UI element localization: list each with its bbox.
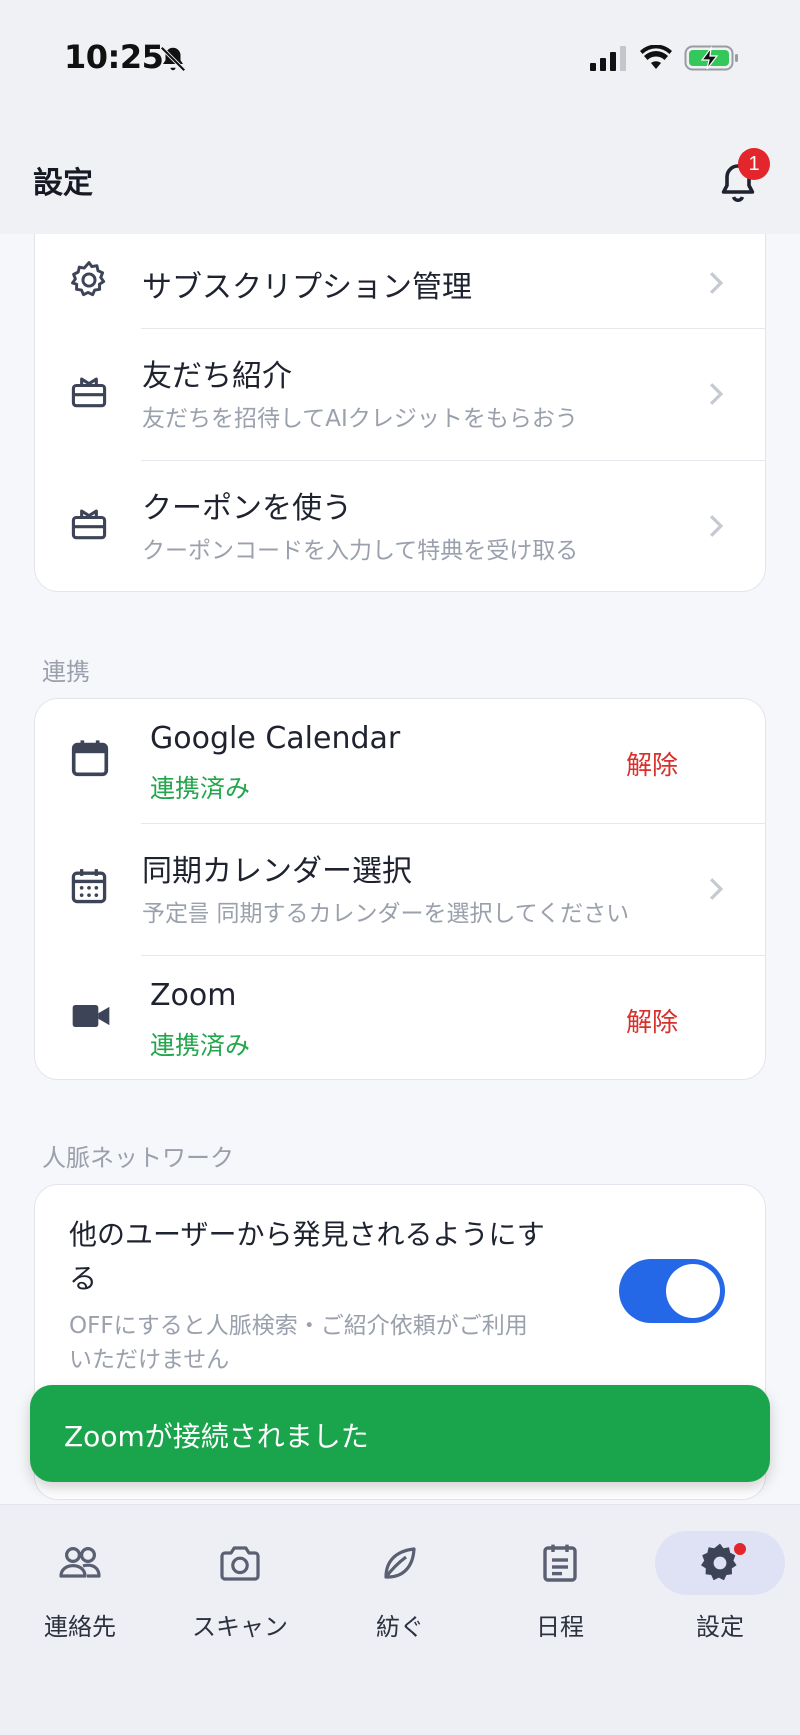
tab-label: 連絡先 — [44, 1613, 116, 1641]
sync-calendar-title: 同期カレンダー選択 — [142, 854, 412, 889]
google-calendar-status: 連携済み — [150, 774, 251, 803]
wifi-icon — [640, 45, 672, 69]
app-header: 設定 1 — [0, 120, 800, 234]
chevron-right-icon — [709, 383, 724, 405]
zoom-unlink-button[interactable]: 解除 — [626, 1002, 678, 1039]
gear-icon — [71, 261, 106, 297]
leaf-icon — [384, 1547, 416, 1579]
tab-label: 紡ぐ — [376, 1613, 424, 1641]
page-title: 設定 — [33, 166, 93, 201]
discoverable-title: 他のユーザーから発見されるようにす る — [69, 1218, 545, 1295]
google-calendar-row: Google Calendar 連携済み 解除 — [35, 699, 767, 823]
toast-notification: Zoomが接続されました — [30, 1385, 770, 1482]
chevron-right-icon — [709, 272, 724, 294]
camera-icon — [220, 1546, 260, 1581]
zoom-status: 連携済み — [150, 1031, 251, 1060]
chevron-right-icon — [709, 878, 724, 900]
settings-content[interactable]: サブスクリプション管理 友だち紹介 友だちを招待してAIクレジットをもらおう ク… — [0, 234, 800, 1504]
referral-row[interactable]: 友だち紹介 友だちを招待してAIクレジットをもらおう — [35, 329, 767, 459]
google-calendar-title: Google Calendar — [150, 721, 401, 756]
tab-schedule[interactable]: 日程 — [480, 1505, 640, 1645]
chevron-right-icon — [709, 515, 724, 537]
coupon-subtitle: クーポンコードを入力して特典を受け取る — [142, 538, 579, 564]
notification-button[interactable]: 1 — [714, 148, 770, 208]
tab-label: スキャン — [192, 1613, 288, 1641]
integrations-card: Google Calendar 連携済み 解除 同期カレンダー選択 予定를 同期… — [34, 698, 766, 1080]
subscription-title: サブスクリプション管理 — [142, 270, 472, 305]
integrations-section-label: 連携 — [42, 658, 90, 686]
calendar-icon — [71, 740, 109, 777]
google-calendar-unlink-button[interactable]: 解除 — [626, 745, 678, 782]
battery-charging-icon — [684, 45, 738, 71]
gift-icon — [71, 509, 107, 540]
status-time: 10:25 — [64, 38, 164, 76]
video-camera-icon — [72, 1005, 110, 1027]
tab-settings[interactable]: 設定 — [640, 1505, 800, 1645]
bottom-tab-bar: 連絡先 スキャン 紡ぐ 日程 設定 — [0, 1504, 800, 1735]
notification-badge: 1 — [738, 148, 770, 180]
coupon-row[interactable]: クーポンを使う クーポンコードを入力して特典を受け取る — [35, 461, 767, 591]
referral-title: 友だち紹介 — [142, 359, 292, 394]
subscription-row[interactable]: サブスクリプション管理 — [35, 234, 767, 328]
tab-label: 日程 — [536, 1613, 584, 1641]
sync-calendar-subtitle: 予定를 同期するカレンダーを選択してください — [142, 901, 630, 927]
signal-icon — [590, 46, 626, 71]
discoverable-description: OFFにすると人脈検索・ご紹介依頼がご利用 いただけません — [69, 1313, 528, 1373]
tab-label: 設定 — [696, 1613, 744, 1641]
toast-message: Zoomが接続されました — [64, 1420, 369, 1453]
coupon-title: クーポンを使う — [142, 491, 352, 526]
zoom-row: Zoom 連携済み 解除 — [35, 956, 767, 1080]
calendar-grid-icon — [71, 869, 107, 904]
settings-alert-dot — [732, 1541, 748, 1557]
tab-contacts[interactable]: 連絡先 — [0, 1505, 160, 1645]
toggle-knob — [666, 1264, 720, 1318]
referral-subtitle: 友だちを招待してAIクレジットをもらおう — [142, 406, 578, 432]
tab-weave[interactable]: 紡ぐ — [320, 1505, 480, 1645]
account-card: サブスクリプション管理 友だち紹介 友だちを招待してAIクレジットをもらおう ク… — [34, 234, 766, 592]
tab-scan[interactable]: スキャン — [160, 1505, 320, 1645]
contacts-icon — [59, 1547, 101, 1578]
zoom-title: Zoom — [150, 978, 237, 1013]
sync-calendar-row[interactable]: 同期カレンダー選択 予定를 同期するカレンダーを選択してください — [35, 824, 767, 954]
gift-icon — [71, 377, 107, 408]
bell-off-icon — [160, 46, 186, 72]
schedule-icon — [543, 1544, 577, 1582]
discoverable-toggle[interactable] — [619, 1259, 725, 1323]
status-bar: 10:25 — [0, 0, 800, 120]
network-section-label: 人脈ネットワーク — [42, 1144, 234, 1172]
